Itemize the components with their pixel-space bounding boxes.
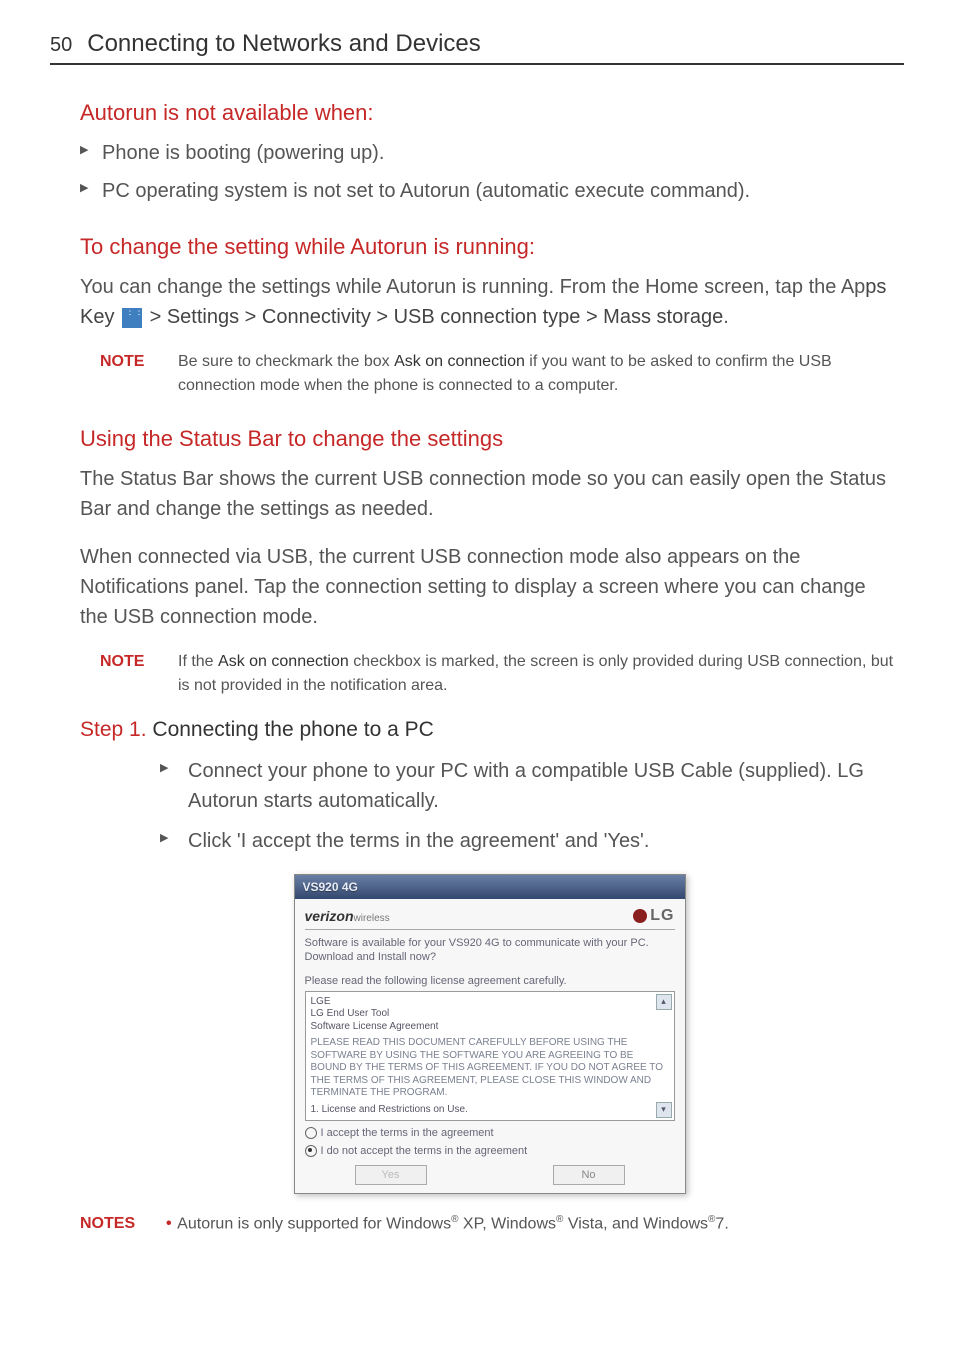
text: Software License Agreement	[311, 1021, 669, 1034]
body-status-bar-1: The Status Bar shows the current USB con…	[80, 464, 899, 524]
text: wireless	[354, 913, 390, 924]
note-label: NOTE	[100, 650, 160, 698]
radio-icon[interactable]	[305, 1145, 317, 1157]
page-number: 50	[50, 34, 72, 57]
text-bold: Ask on connection	[394, 353, 525, 370]
text: You can change the settings while Autoru…	[80, 276, 865, 298]
lg-logo: LG	[633, 907, 674, 925]
body-status-bar-2: When connected via USB, the current USB …	[80, 542, 899, 632]
text: Autorun is only supported for Windows	[177, 1215, 451, 1232]
autorun-dialog: VS920 4G verizonwireless LG Software is …	[294, 874, 686, 1194]
notes-footer: NOTES • Autorun is only supported for Wi…	[80, 1212, 899, 1236]
text: Vista, and Windows	[563, 1215, 708, 1232]
notes-label: NOTES	[80, 1212, 140, 1236]
note-label: NOTE	[100, 350, 160, 398]
scroll-down-icon[interactable]: ▾	[656, 1102, 672, 1118]
list-item: Phone is booting (powering up).	[80, 138, 899, 168]
heading-change-setting: To change the setting while Autorun is r…	[80, 234, 899, 260]
apps-key-icon	[122, 308, 142, 328]
dialog-message: Software is available for your VS920 4G …	[305, 936, 675, 965]
radio-decline[interactable]: I do not accept the terms in the agreeme…	[305, 1145, 675, 1157]
radio-accept[interactable]: I accept the terms in the agreement	[305, 1127, 675, 1139]
dialog-titlebar: VS920 4G	[295, 875, 685, 899]
note-text: Be sure to checkmark the box Ask on conn…	[178, 350, 899, 398]
step1-list: Connect your phone to your PC with a com…	[160, 756, 899, 856]
body-change-setting: You can change the settings while Autoru…	[80, 272, 899, 332]
text: LG End User Tool	[311, 1008, 669, 1021]
list-item: Connect your phone to your PC with a com…	[160, 756, 899, 816]
scroll-up-icon[interactable]: ▴	[656, 994, 672, 1010]
heading-autorun-na: Autorun is not available when:	[80, 100, 899, 126]
lg-logo-icon	[633, 909, 647, 923]
text-bold: > Settings > Connectivity > USB connecti…	[144, 306, 723, 328]
autorun-na-list: Phone is booting (powering up). PC opera…	[80, 138, 899, 206]
page-header: 50 Connecting to Networks and Devices	[50, 30, 904, 65]
bullet-icon: •	[166, 1215, 172, 1232]
radio-icon[interactable]	[305, 1127, 317, 1139]
verizon-logo: verizonwireless	[305, 908, 390, 924]
text: 1. License and Restrictions on Use.	[311, 1104, 669, 1117]
text: 7.	[715, 1215, 728, 1232]
text: verizon	[305, 908, 354, 924]
yes-button[interactable]: Yes	[355, 1165, 427, 1185]
note-ask-connection-2: NOTE If the Ask on connection checkbox i…	[100, 650, 899, 698]
notes-text: • Autorun is only supported for Windows®…	[166, 1212, 729, 1236]
text: LG	[650, 907, 674, 925]
radio-label: I do not accept the terms in the agreeme…	[321, 1145, 528, 1157]
radio-label: I accept the terms in the agreement	[321, 1127, 494, 1139]
page-title: Connecting to Networks and Devices	[87, 30, 481, 58]
no-button[interactable]: No	[553, 1165, 625, 1185]
text: LGE	[311, 996, 669, 1009]
step-title-text: Connecting the phone to a PC	[147, 718, 434, 741]
dialog-instruction: Please read the following license agreem…	[305, 975, 675, 987]
text: PLEASE READ THIS DOCUMENT CAREFULLY BEFO…	[311, 1037, 669, 1100]
step1-heading: Step 1. Connecting the phone to a PC	[80, 718, 899, 742]
list-item: PC operating system is not set to Autoru…	[80, 176, 899, 206]
step-prefix: Step 1.	[80, 718, 147, 741]
dialog-brand-row: verizonwireless LG	[305, 907, 675, 930]
text: If the	[178, 653, 218, 670]
note-text: If the Ask on connection checkbox is mar…	[178, 650, 899, 698]
text-bold: Ask on connection	[218, 653, 349, 670]
heading-status-bar: Using the Status Bar to change the setti…	[80, 426, 899, 452]
text: Be sure to checkmark the box	[178, 353, 394, 370]
text: XP, Windows	[458, 1215, 556, 1232]
list-item: Click 'I accept the terms in the agreeme…	[160, 826, 899, 856]
text: .	[723, 306, 729, 328]
license-textbox[interactable]: LGE LG End User Tool Software License Ag…	[305, 991, 675, 1121]
note-ask-connection: NOTE Be sure to checkmark the box Ask on…	[100, 350, 899, 398]
